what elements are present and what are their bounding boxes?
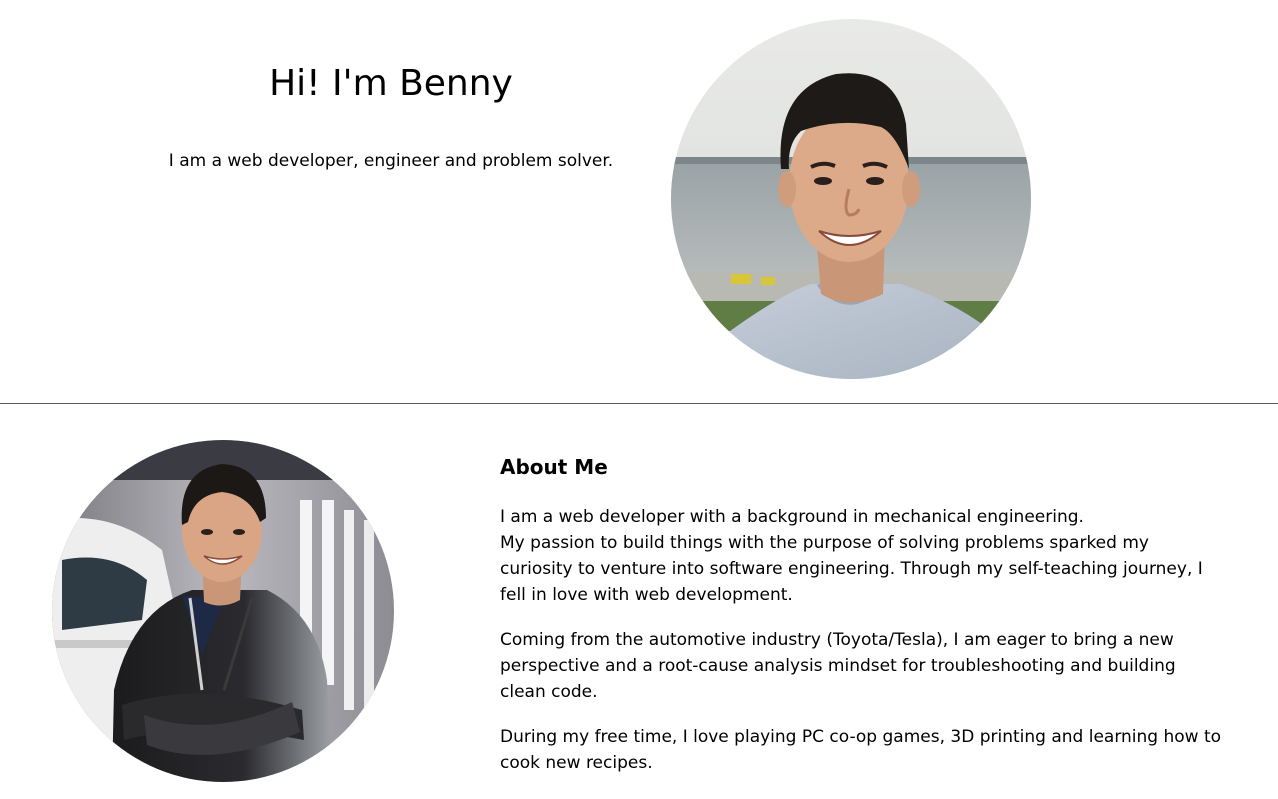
about-portrait-image xyxy=(52,440,394,782)
about-line: cook new recipes. xyxy=(500,753,653,773)
hero-portrait-image xyxy=(671,19,1031,379)
about-heading: About Me xyxy=(500,455,608,479)
about-paragraph: I am a web developer with a background i… xyxy=(500,504,1230,608)
about-line: fell in love with web development. xyxy=(500,585,793,605)
about-avatar xyxy=(52,440,394,782)
about-paragraph: Coming from the automotive industry (Toy… xyxy=(500,627,1230,705)
about-line: curiosity to venture into software engin… xyxy=(500,559,1203,579)
about-content: About Me I am a web developer with a bac… xyxy=(500,450,1230,776)
hero-title: Hi! I'm Benny xyxy=(269,63,513,104)
about-line: During my free time, I love playing PC c… xyxy=(500,727,1222,747)
about-line: I am a web developer with a background i… xyxy=(500,507,1084,527)
hero-tagline: I am a web developer, engineer and probl… xyxy=(168,151,614,171)
about-line: perspective and a root-cause analysis mi… xyxy=(500,656,1176,676)
about-line: Coming from the automotive industry (Toy… xyxy=(500,630,1174,650)
about-paragraph: During my free time, I love playing PC c… xyxy=(500,724,1230,776)
section-divider xyxy=(0,403,1278,404)
about-line: clean code. xyxy=(500,682,598,702)
about-line: My passion to build things with the purp… xyxy=(500,533,1149,553)
portfolio-page: Hi! I'm Benny I am a web developer, engi… xyxy=(0,0,1278,799)
hero-avatar xyxy=(671,19,1031,379)
